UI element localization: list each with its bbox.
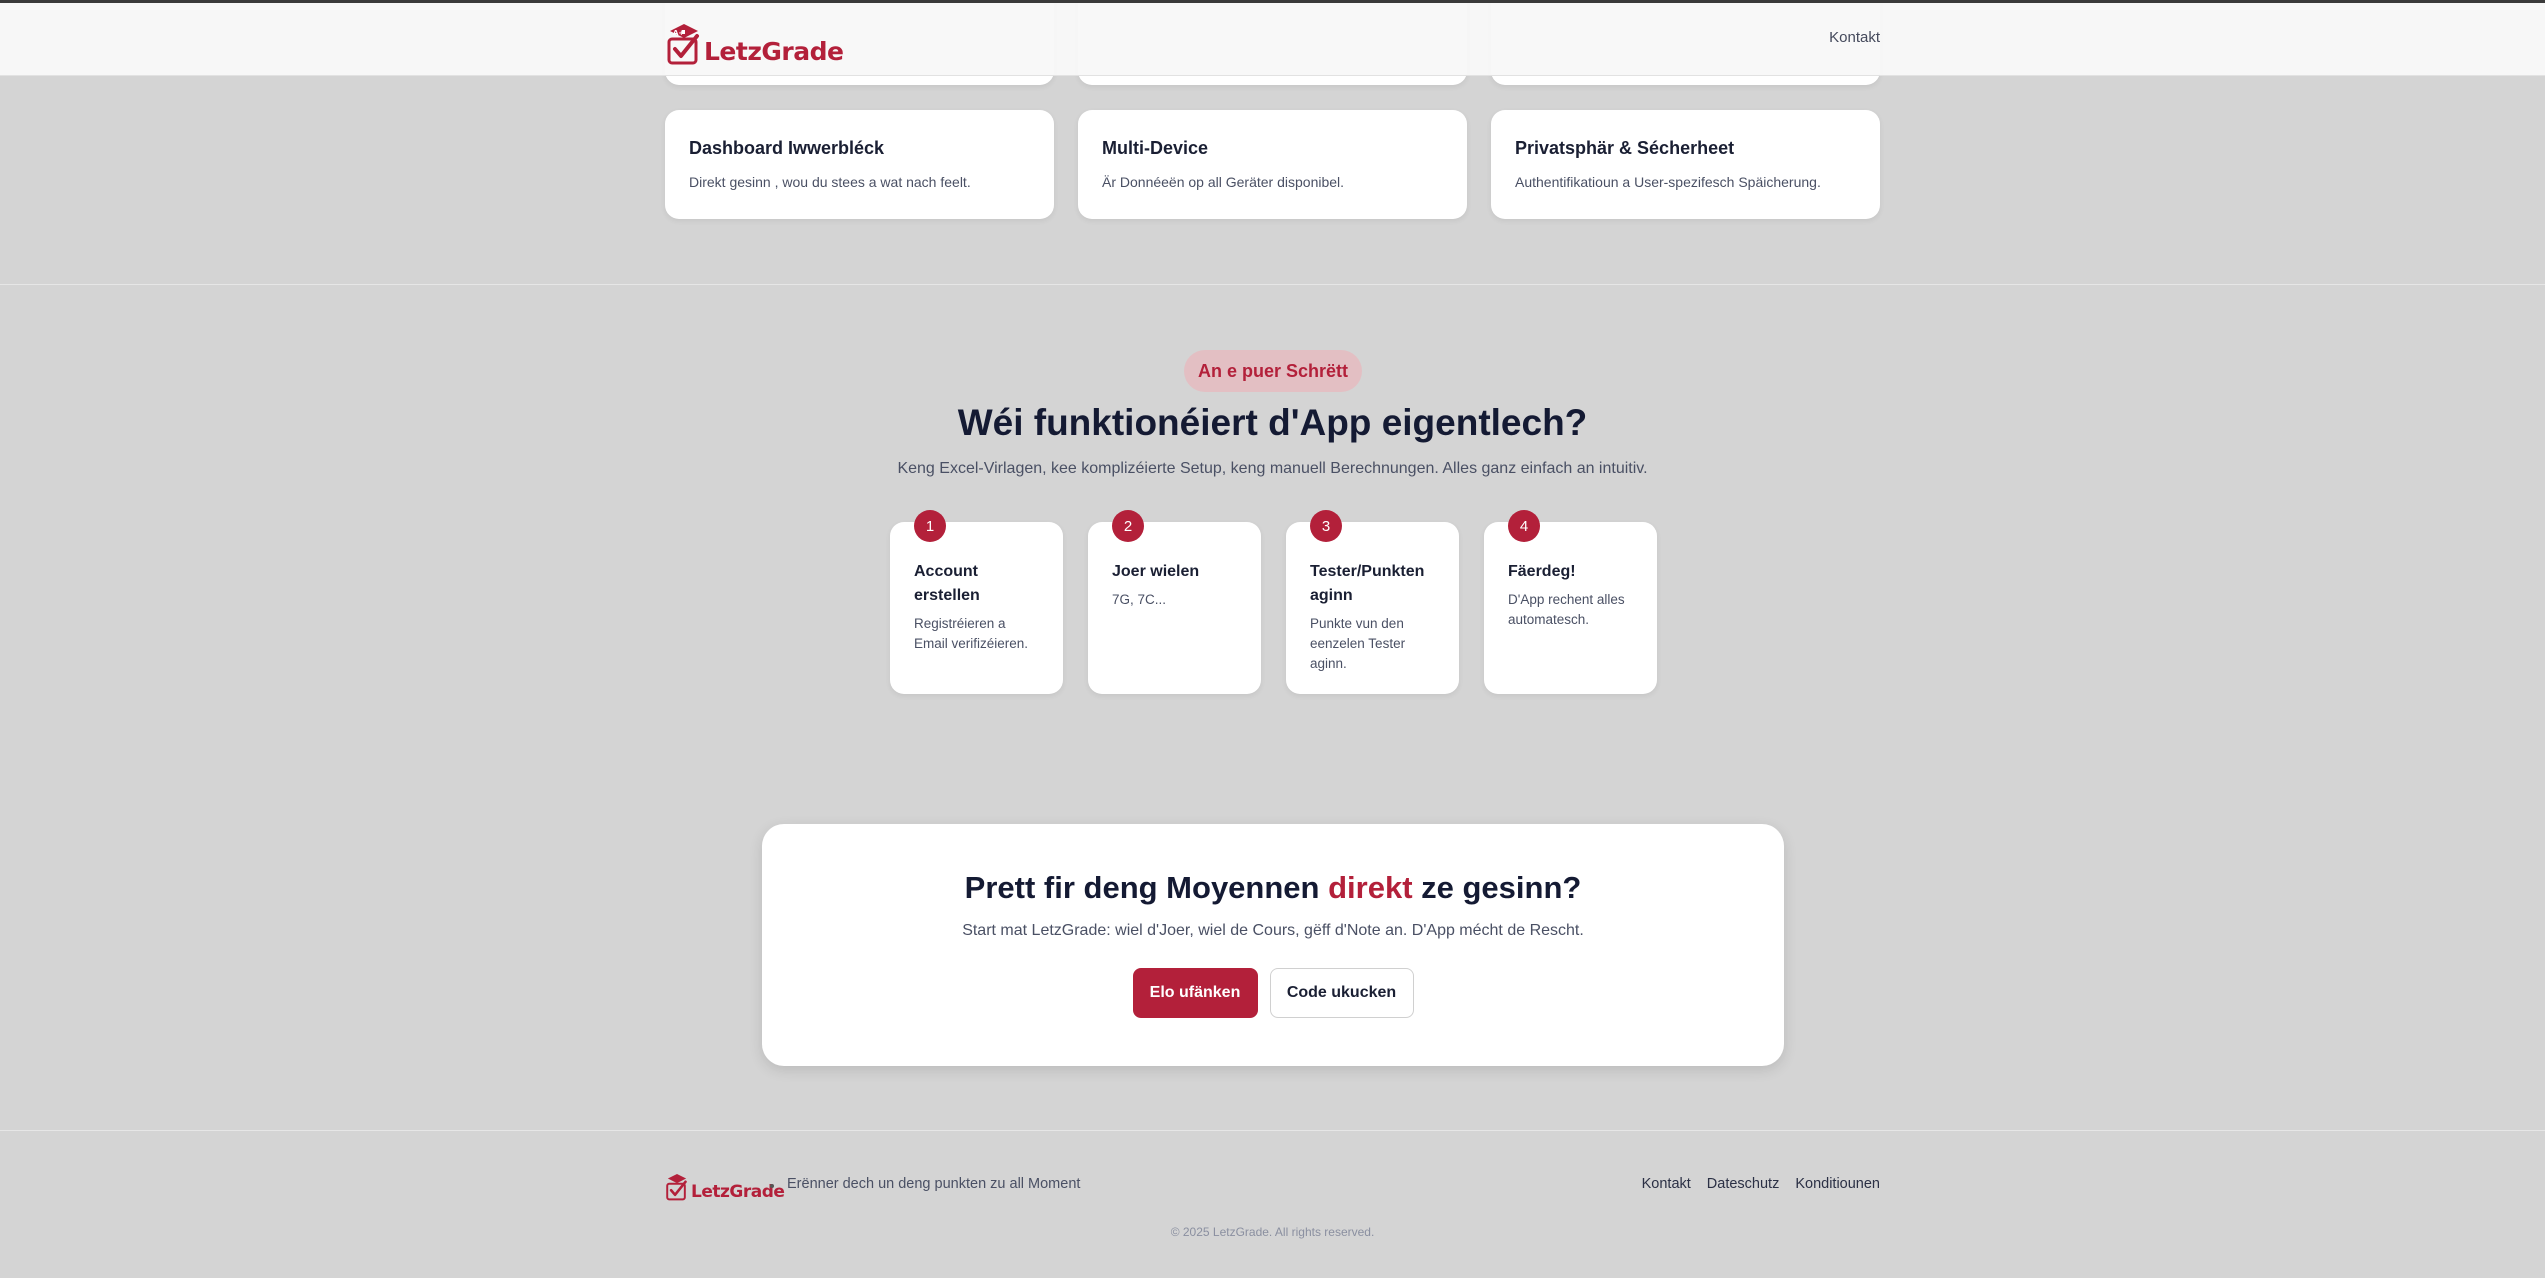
section-badge: An e puer Schrëtt	[1184, 350, 1362, 392]
brand-name: LetzGrade	[704, 37, 844, 66]
step-title: Fäerdeg!	[1508, 563, 1576, 580]
feature-title: Multi-Device	[1102, 138, 1209, 158]
graduation-cap-checkbox-icon: A+	[667, 24, 699, 65]
cta-title-accent: direkt	[1328, 870, 1413, 905]
step-title: Tester/Punkten aginn	[1310, 563, 1425, 604]
nav-link-kontakt[interactable]: Kontakt	[1829, 29, 1880, 46]
window-top-border	[0, 0, 2545, 3]
cta-title-start: Prett fir deng Moyennen	[964, 870, 1329, 905]
step-title: Account erstellen	[914, 563, 980, 604]
step-card: 2 Joer wielen 7G, 7C...	[1088, 510, 1261, 694]
section-divider	[0, 284, 2545, 285]
feature-title: Dashboard Iwwerbléck	[689, 138, 885, 158]
brand-logo[interactable]: A+ LetzGrade	[666, 19, 844, 67]
footer-link-dateschutz[interactable]: Dateschutz	[1707, 1176, 1780, 1192]
cta-title-end: ze gesinn?	[1412, 870, 1582, 905]
site-header: A+ LetzGrade Kontakt	[0, 3, 2545, 76]
feature-card-dashboard: Dashboard Iwwerbléck Direkt gesinn , wou…	[665, 110, 1054, 219]
step-number-badge: 1	[914, 510, 946, 542]
footer-logo[interactable]: LetzGrade	[665, 1170, 785, 1202]
start-button[interactable]: Elo ufänken	[1132, 968, 1258, 1018]
cta-title: Prett fir deng Moyennen direkt ze gesinn…	[762, 870, 1784, 906]
step-number-badge: 2	[1112, 510, 1144, 542]
feature-description: Är Donnéeën op all Geräter disponibel.	[1102, 174, 1345, 190]
footer-link-konditiounen[interactable]: Konditiounen	[1795, 1176, 1880, 1192]
step-card: 1 Account erstellen Registréieren a Emai…	[890, 510, 1063, 694]
feature-cards-row-2: Dashboard Iwwerbléck Direkt gesinn , wou…	[665, 110, 1881, 219]
step-description: Punkte vun den eenzelen Tester aginn.	[1310, 616, 1406, 671]
footer-divider	[0, 1130, 2545, 1131]
step-card: 4 Fäerdeg! D'App rechent alles automates…	[1484, 510, 1657, 694]
step-description: 7G, 7C...	[1112, 592, 1167, 607]
step-number-badge: 4	[1508, 510, 1540, 542]
feature-card-multi-device: Multi-Device Är Donnéeën op all Geräter …	[1078, 110, 1467, 219]
step-title: Joer wielen	[1112, 563, 1200, 580]
step-description: D'App rechent alles automatesch.	[1508, 592, 1625, 627]
footer-link-kontakt[interactable]: Kontakt	[1642, 1176, 1691, 1192]
feature-card-privacy: Privatsphär & Sécherheet Authentifikatio…	[1491, 110, 1880, 219]
section-title: Wéi funktionéiert d'App eigentlech?	[957, 402, 1588, 443]
feature-title: Privatsphär & Sécherheet	[1515, 138, 1735, 158]
separator-dot	[770, 1184, 774, 1188]
feature-description: Authentifikatioun a User-spezifesch Späi…	[1515, 174, 1821, 190]
view-code-button[interactable]: Code ukucken	[1269, 968, 1414, 1018]
copyright: © 2025 LetzGrade. All rights reserved.	[1170, 1225, 1375, 1239]
cta-card: Prett fir deng Moyennen direkt ze gesinn…	[762, 824, 1784, 1066]
cta-subtitle: Start mat LetzGrade: wiel d'Joer, wiel d…	[962, 922, 1584, 939]
step-number-badge: 3	[1310, 510, 1342, 542]
step-description: Registréieren a Email verifizéieren.	[914, 616, 1029, 651]
section-subtitle: Keng Excel-Virlagen, kee komplizéierte S…	[897, 460, 1648, 477]
graduation-cap-checkbox-icon	[666, 1173, 687, 1201]
footer-tagline: Erënner dech un deng punkten zu all Mome…	[787, 1176, 1081, 1192]
cta-buttons: Elo ufänken Code ukucken	[762, 968, 1784, 1018]
steps-list: 1 Account erstellen Registréieren a Emai…	[890, 510, 1657, 694]
feature-description: Direkt gesinn , wou du stees a wat nach …	[689, 174, 971, 190]
footer-links: Kontakt Dateschutz Konditiounen	[1642, 1176, 1880, 1192]
step-card: 3 Tester/Punkten aginn Punkte vun den ee…	[1286, 510, 1459, 694]
svg-text:A+: A+	[673, 29, 684, 37]
